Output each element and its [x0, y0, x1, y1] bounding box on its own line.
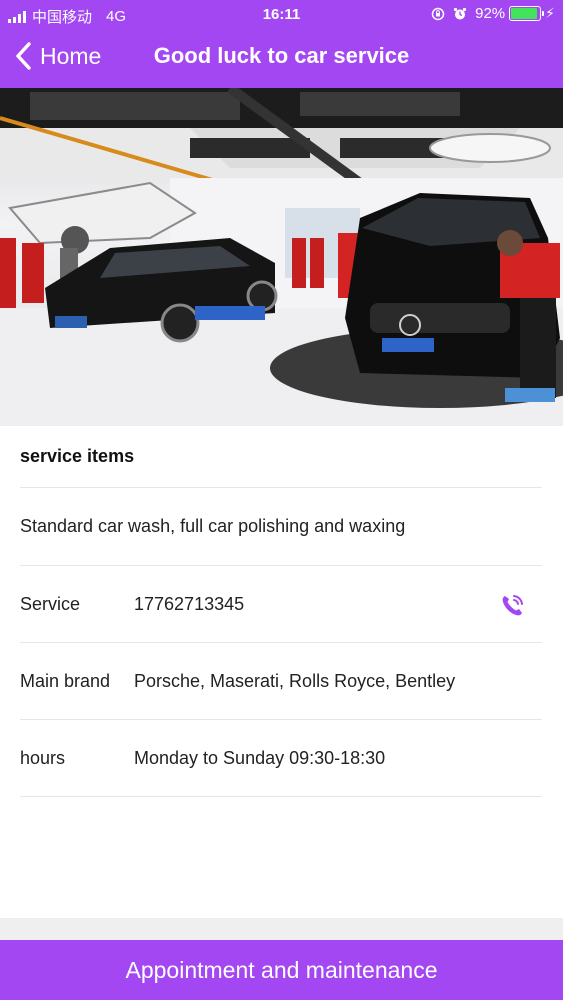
hours-value: Monday to Sunday 09:30-18:30: [134, 747, 386, 768]
section-title: service items: [20, 446, 135, 466]
service-info: service items Standard car wash, full ca…: [0, 426, 563, 918]
section-header: service items: [20, 426, 542, 488]
hours-row: hours Monday to Sunday 09:30-18:30: [20, 720, 542, 797]
alarm-icon: [454, 7, 467, 19]
charging-icon: ⚡: [545, 5, 555, 21]
service-description-row: Standard car wash, full car polishing an…: [20, 488, 542, 566]
car-service-photo: [0, 88, 563, 426]
battery-fill: [511, 8, 537, 19]
status-right: 92% ⚡: [431, 5, 555, 22]
page-title: Good luck to car service: [153, 43, 410, 68]
battery-icon: [509, 6, 545, 21]
main-brand-label: Main brand: [20, 670, 111, 691]
footer-spacer: [0, 918, 563, 940]
service-phone-row: Service 17762713345: [20, 566, 542, 643]
main-brand-row: Main brand Porsche, Maserati, Rolls Royc…: [20, 643, 542, 720]
appointment-button[interactable]: Appointment and maintenance: [0, 940, 563, 1000]
main-brand-value: Porsche, Maserati, Rolls Royce, Bentley: [134, 670, 456, 691]
battery-indicator: 92% ⚡: [475, 5, 555, 22]
app-header: 中国移动 4G 16:11 92% ⚡ Home Good luck to ca…: [0, 0, 563, 88]
phone-call-icon[interactable]: [498, 592, 526, 620]
service-phone[interactable]: 17762713345: [134, 594, 244, 615]
orientation-lock-icon: [431, 7, 445, 20]
battery-percent: 92%: [475, 5, 506, 22]
status-bar: 中国移动 4G 16:11 92% ⚡: [0, 0, 563, 30]
service-label: Service: [20, 593, 81, 614]
service-description: Standard car wash, full car polishing an…: [20, 516, 406, 536]
garage-illustration: [0, 88, 563, 426]
hours-label: hours: [20, 747, 66, 768]
nav-bar: Home Good luck to car service: [0, 30, 563, 88]
